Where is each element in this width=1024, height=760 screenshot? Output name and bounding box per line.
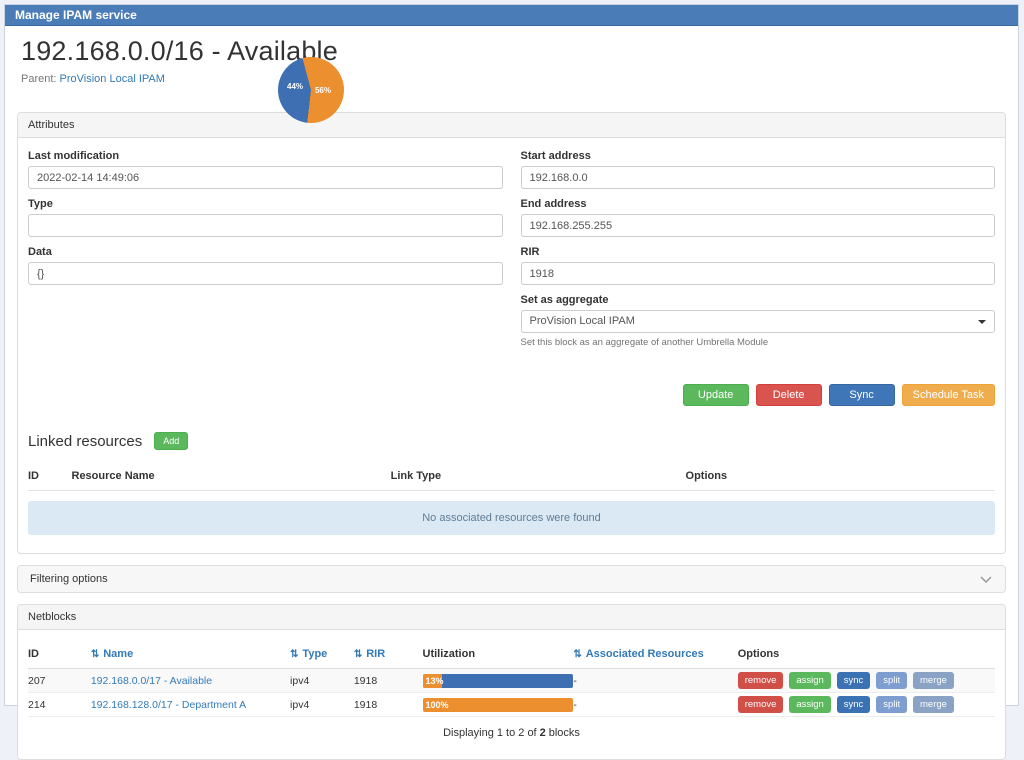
start-address-input[interactable]: [521, 166, 996, 189]
aggregate-select[interactable]: ProVision Local IPAM: [521, 310, 996, 333]
field-aggregate: Set as aggregate ProVision Local IPAM Se…: [521, 294, 996, 348]
field-type: Type: [28, 198, 503, 237]
netblock-row: 207 192.168.0.0/17 - Available ipv4 1918…: [28, 669, 995, 693]
nb-id: 207: [28, 669, 91, 693]
aggregate-label: Set as aggregate: [521, 294, 996, 306]
parent-breadcrumb: Parent: ProVision Local IPAM: [21, 73, 998, 85]
nb-col-utilization: Utilization: [423, 642, 574, 669]
type-label: Type: [28, 198, 503, 210]
nb-col-id: ID: [28, 642, 91, 669]
data-input[interactable]: [28, 262, 503, 285]
netblock-link[interactable]: 192.168.0.0/17 - Available: [91, 675, 212, 687]
field-rir: RIR: [521, 246, 996, 285]
parent-label: Parent:: [21, 73, 56, 85]
sort-icon: ⇅: [573, 649, 581, 660]
field-last-modification: Last modification: [28, 150, 503, 189]
end-address-label: End address: [521, 198, 996, 210]
window-title: Manage IPAM service: [5, 5, 1018, 26]
utilization-bar: 100%: [423, 698, 573, 712]
sync-button[interactable]: Sync: [829, 384, 895, 406]
parent-link[interactable]: ProVision Local IPAM: [60, 73, 165, 85]
field-data: Data: [28, 246, 503, 285]
remove-button[interactable]: remove: [738, 672, 784, 689]
attributes-panel-header: Attributes: [18, 113, 1005, 138]
hero-section: 192.168.0.0/16 - Available Parent: ProVi…: [5, 26, 1018, 112]
delete-button[interactable]: Delete: [756, 384, 822, 406]
rir-input[interactable]: [521, 262, 996, 285]
field-end-address: End address: [521, 198, 996, 237]
nb-col-options: Options: [738, 642, 995, 669]
app-window: Manage IPAM service 192.168.0.0/16 - Ava…: [4, 4, 1019, 706]
pie-slice-label-blue: 44%: [287, 82, 303, 91]
lr-col-id: ID: [28, 464, 72, 491]
filtering-options-toggle[interactable]: Filtering options: [17, 565, 1006, 593]
chevron-down-icon[interactable]: [979, 575, 993, 584]
aggregate-help-text: Set this block as an aggregate of anothe…: [521, 337, 996, 348]
field-start-address: Start address: [521, 150, 996, 189]
netblocks-panel-header: Netblocks: [18, 605, 1005, 630]
nb-col-type-sort[interactable]: ⇅Type: [290, 642, 354, 669]
attributes-panel: Attributes Last modification Type Data: [17, 112, 1006, 554]
utilization-fill: 100%: [423, 698, 573, 712]
utilization-pie-chart: 44% 56%: [278, 57, 344, 123]
last-modification-input[interactable]: [28, 166, 503, 189]
assign-button[interactable]: assign: [789, 696, 830, 713]
sort-icon: ⇅: [91, 649, 99, 660]
filtering-options-label: Filtering options: [30, 573, 108, 585]
sync-row-button[interactable]: sync: [837, 696, 871, 713]
sort-icon: ⇅: [290, 649, 298, 660]
last-modification-label: Last modification: [28, 150, 503, 162]
lr-col-resource: Resource Name: [72, 464, 391, 491]
netblock-link[interactable]: 192.168.128.0/17 - Department A: [91, 699, 246, 711]
nb-options: remove assign sync split merge: [738, 669, 995, 693]
rir-label: RIR: [521, 246, 996, 258]
add-linked-resource-button[interactable]: Add: [154, 432, 188, 450]
update-button[interactable]: Update: [683, 384, 749, 406]
nb-assoc: -: [573, 669, 737, 693]
lr-col-options: Options: [686, 464, 995, 491]
assign-button[interactable]: assign: [789, 672, 830, 689]
utilization-bar: 13%: [423, 674, 573, 688]
schedule-task-button[interactable]: Schedule Task: [902, 384, 995, 406]
no-resources-alert: No associated resources were found: [28, 501, 995, 535]
caret-down-icon: [978, 320, 986, 324]
split-button[interactable]: split: [876, 696, 907, 713]
lr-col-linktype: Link Type: [391, 464, 686, 491]
end-address-input[interactable]: [521, 214, 996, 237]
nb-col-rir-sort[interactable]: ⇅RIR: [354, 642, 423, 669]
pagination-summary: Displaying 1 to 2 of2blocks: [28, 717, 995, 741]
aggregate-selected-value: ProVision Local IPAM: [530, 315, 635, 327]
start-address-label: Start address: [521, 150, 996, 162]
utilization-fill: 13%: [423, 674, 443, 688]
split-button[interactable]: split: [876, 672, 907, 689]
nb-col-assoc-sort[interactable]: ⇅Associated Resources: [573, 642, 737, 669]
sync-row-button[interactable]: sync: [837, 672, 871, 689]
pie-slice-label-orange: 56%: [315, 86, 331, 95]
linked-resources-table: ID Resource Name Link Type Options: [28, 464, 995, 491]
page-title: 192.168.0.0/16 - Available: [21, 36, 998, 67]
nb-col-name-sort[interactable]: ⇅Name: [91, 642, 290, 669]
form-actions: Update Delete Sync Schedule Task: [28, 384, 995, 406]
nb-rir: 1918: [354, 669, 423, 693]
nb-type: ipv4: [290, 669, 354, 693]
merge-button[interactable]: merge: [913, 672, 954, 689]
netblocks-panel: Netblocks ID ⇅Name ⇅Type ⇅RIR Utilizatio…: [17, 604, 1006, 760]
netblocks-table: ID ⇅Name ⇅Type ⇅RIR Utilization ⇅Associa…: [28, 642, 995, 717]
linked-resources-title: Linked resources: [28, 433, 142, 450]
merge-button[interactable]: merge: [913, 696, 954, 713]
sort-icon: ⇅: [354, 649, 362, 660]
remove-button[interactable]: remove: [738, 696, 784, 713]
data-label: Data: [28, 246, 503, 258]
type-input[interactable]: [28, 214, 503, 237]
